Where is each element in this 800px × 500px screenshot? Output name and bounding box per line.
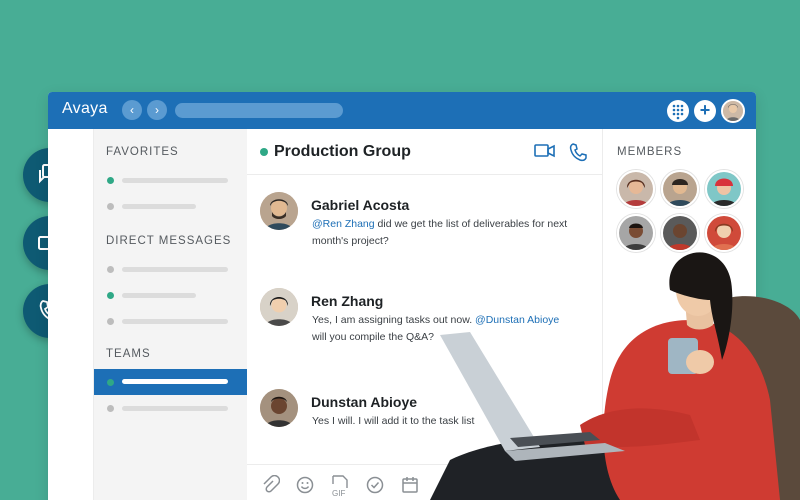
chevron-right-icon: › bbox=[155, 103, 159, 117]
task-button[interactable] bbox=[365, 475, 385, 495]
video-icon bbox=[534, 144, 555, 158]
gif-icon: GIF bbox=[332, 475, 348, 498]
member-avatar[interactable] bbox=[705, 170, 743, 208]
sidebar-item-favorite-2[interactable] bbox=[94, 198, 247, 214]
chat-title: Production Group bbox=[274, 143, 411, 160]
direct-messages-heading: DIRECT MESSAGES bbox=[106, 235, 232, 247]
placeholder-line bbox=[122, 293, 196, 298]
plus-icon: + bbox=[699, 100, 711, 120]
sidebar-item-favorite-1[interactable] bbox=[94, 172, 247, 188]
member-avatar[interactable] bbox=[661, 170, 699, 208]
back-button[interactable]: ‹ bbox=[122, 100, 142, 120]
gif-button[interactable]: GIF bbox=[330, 475, 350, 498]
app-name: Avaya bbox=[62, 100, 108, 117]
emoji-button[interactable] bbox=[295, 475, 315, 495]
attach-button[interactable] bbox=[260, 474, 281, 495]
video-call-button[interactable] bbox=[534, 142, 556, 160]
presence-dot bbox=[107, 203, 114, 210]
dialpad-button[interactable] bbox=[667, 100, 689, 122]
search-bar[interactable] bbox=[175, 103, 343, 118]
placeholder-line bbox=[122, 178, 228, 183]
icon-strip bbox=[48, 129, 94, 500]
presence-dot bbox=[107, 405, 114, 412]
presence-dot bbox=[107, 292, 114, 299]
member-avatar[interactable] bbox=[617, 170, 655, 208]
mention-link[interactable]: @Ren Zhang bbox=[312, 218, 375, 230]
check-icon bbox=[366, 476, 384, 494]
user-avatar[interactable] bbox=[721, 99, 745, 123]
placeholder-line bbox=[122, 204, 196, 209]
placeholder-line bbox=[122, 267, 228, 272]
avatar bbox=[260, 288, 298, 326]
presence-dot bbox=[107, 177, 114, 184]
dialpad-icon bbox=[672, 104, 684, 120]
presence-dot bbox=[107, 379, 114, 386]
avatar bbox=[723, 101, 743, 121]
placeholder-line bbox=[122, 406, 228, 411]
person-with-laptop-image bbox=[430, 252, 800, 500]
message-body-end: will you compile the Q&A? bbox=[312, 331, 434, 343]
title-bar: Avaya ‹ › + bbox=[48, 92, 756, 129]
teams-heading: TEAMS bbox=[106, 348, 151, 360]
calendar-icon bbox=[402, 477, 418, 493]
chat-header: Production Group bbox=[247, 129, 602, 175]
sidebar-item-team-2[interactable] bbox=[94, 400, 247, 416]
voice-call-button[interactable] bbox=[569, 142, 591, 162]
attach-icon bbox=[263, 474, 281, 493]
forward-button[interactable]: › bbox=[147, 100, 167, 120]
presence-dot bbox=[107, 318, 114, 325]
group-status-dot bbox=[260, 148, 268, 156]
sender-name: Ren Zhang bbox=[311, 293, 384, 309]
sender-name: Dunstan Abioye bbox=[311, 394, 418, 410]
presence-dot bbox=[107, 266, 114, 273]
members-heading: MEMBERS bbox=[617, 146, 683, 158]
calendar-button[interactable] bbox=[400, 475, 420, 495]
avatar bbox=[260, 389, 298, 427]
sidebar-item-dm-2[interactable] bbox=[94, 287, 247, 303]
sender-name: Gabriel Acosta bbox=[311, 197, 410, 213]
sidebar-item-dm-3[interactable] bbox=[94, 313, 247, 329]
sidebar-item-team-active[interactable] bbox=[94, 369, 247, 395]
emoji-icon bbox=[296, 476, 314, 494]
chevron-left-icon: ‹ bbox=[130, 103, 134, 117]
phone-icon bbox=[569, 143, 587, 162]
svg-text:GIF: GIF bbox=[332, 489, 345, 497]
avatar bbox=[260, 192, 298, 230]
favorites-heading: FAVORITES bbox=[106, 146, 179, 158]
add-button[interactable]: + bbox=[694, 100, 716, 122]
placeholder-line bbox=[122, 319, 228, 324]
sidebar: FAVORITES DIRECT MESSAGES TEAMS bbox=[94, 129, 247, 500]
placeholder-line bbox=[122, 379, 228, 384]
sidebar-item-dm-1[interactable] bbox=[94, 261, 247, 277]
